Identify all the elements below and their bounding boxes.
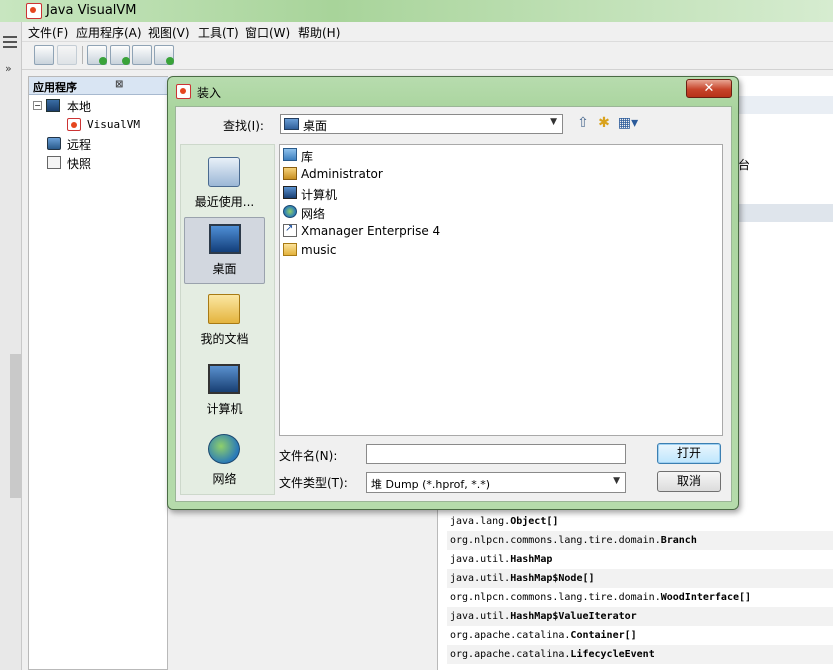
table-row[interactable]: java.util.HashMap$Node[]	[447, 569, 833, 588]
cancel-button[interactable]: 取消	[657, 471, 721, 492]
recent-items-icon	[208, 157, 240, 187]
partial-tab-label: 台	[738, 158, 751, 172]
menu-window[interactable]: 窗口(W)	[245, 24, 290, 41]
add-host-icon[interactable]	[87, 45, 107, 65]
place-desktop-label: 桌面	[212, 262, 237, 276]
menu-application[interactable]: 应用程序(A)	[76, 24, 142, 41]
tree-label-local: 本地	[67, 100, 92, 114]
tree-label-remote: 远程	[67, 138, 92, 152]
dialog-body: 查找(I): 桌面 ▼ ⇧ ✱ ▦▾ 最近使用... 桌面 我的文档 计算机 网…	[175, 106, 732, 502]
remote-host-icon	[47, 137, 61, 150]
tree-node-local[interactable]: − 本地	[33, 98, 153, 116]
place-network[interactable]: 网络	[184, 428, 265, 495]
add-core-dump-icon[interactable]	[132, 45, 152, 65]
tree-node-snapshots[interactable]: 快照	[47, 155, 147, 173]
network-icon	[208, 434, 240, 464]
place-documents-label: 我的文档	[200, 332, 249, 346]
chevron-down-icon: ▼	[550, 117, 557, 127]
window-title: Java VisualVM	[46, 3, 137, 18]
filename-label: 文件名(N):	[279, 449, 338, 463]
network-icon	[283, 205, 297, 218]
table-row[interactable]: org.nlpcn.commons.lang.tire.domain.WoodI…	[447, 588, 833, 607]
chevron-down-icon: ▼	[613, 476, 620, 486]
table-row[interactable]: org.apache.catalina.LifecycleEvent	[447, 645, 833, 664]
place-computer[interactable]: 计算机	[184, 358, 265, 425]
table-row[interactable]: java.lang.Object[]	[447, 512, 833, 531]
menu-tools[interactable]: 工具(T)	[198, 24, 239, 41]
filetype-value: 堆 Dump (*.hprof, *.*)	[371, 478, 491, 491]
look-in-dropdown[interactable]: 桌面 ▼	[280, 114, 563, 134]
menubar: 文件(F) 应用程序(A) 视图(V) 工具(T) 窗口(W) 帮助(H)	[22, 22, 833, 42]
toolbar	[22, 42, 833, 70]
window-titlebar: Java VisualVM	[0, 0, 833, 22]
visualvm-icon	[67, 118, 81, 131]
scrollbar-thumb[interactable]	[10, 354, 22, 498]
new-folder-icon[interactable]: ✱	[595, 114, 613, 132]
table-row[interactable]: org.nlpcn.commons.lang.tire.domain.Branc…	[447, 531, 833, 550]
user-folder-icon	[283, 167, 297, 180]
left-edge-strip: »	[0, 0, 22, 670]
computer-icon	[283, 186, 297, 199]
desktop-icon	[209, 224, 241, 254]
add-jmx-connection-icon[interactable]	[110, 45, 130, 65]
look-in-value: 桌面	[303, 119, 328, 133]
filetype-label: 文件类型(T):	[279, 476, 348, 490]
place-documents[interactable]: 我的文档	[184, 288, 265, 355]
library-icon	[283, 148, 297, 161]
file-list: 库 Administrator 计算机 网络 Xmanager Enterpri…	[279, 144, 723, 436]
table-row[interactable]: org.apache.catalina.Container[]	[447, 626, 833, 645]
filename-field[interactable]	[366, 444, 626, 464]
load-snapshot-icon[interactable]	[34, 45, 54, 65]
menu-file[interactable]: 文件(F)	[28, 24, 68, 41]
save-icon[interactable]	[57, 45, 77, 65]
tree-node-visualvm[interactable]: VisualVM	[67, 117, 167, 135]
look-in-label: 查找(I):	[223, 119, 264, 133]
add-snapshot-icon[interactable]	[154, 45, 174, 65]
visualvm-dialog-icon	[176, 84, 191, 99]
places-bar: 最近使用... 桌面 我的文档 计算机 网络	[180, 144, 275, 495]
close-button[interactable]: ✕	[686, 79, 732, 98]
desktop-icon	[284, 118, 299, 130]
filetype-dropdown[interactable]: 堆 Dump (*.hprof, *.*) ▼	[366, 472, 626, 493]
place-recent-label: 最近使用...	[194, 195, 255, 209]
tree-label-snapshots: 快照	[67, 157, 92, 171]
menu-help[interactable]: 帮助(H)	[298, 24, 340, 41]
place-recent[interactable]: 最近使用...	[184, 151, 265, 218]
snapshots-icon	[47, 156, 61, 169]
place-desktop[interactable]: 桌面	[184, 217, 265, 284]
place-network-label: 网络	[212, 472, 237, 486]
tree-node-remote[interactable]: 远程	[47, 136, 147, 154]
computer-icon	[46, 99, 60, 112]
view-menu-icon[interactable]: ▦▾	[616, 114, 640, 132]
visualvm-app-icon	[26, 3, 42, 19]
table-row[interactable]: java.util.HashMap	[447, 550, 833, 569]
shortcut-icon	[283, 223, 297, 237]
expand-chevron-icon[interactable]: »	[5, 62, 12, 75]
load-dialog: 装入 ✕ 查找(I): 桌面 ▼ ⇧ ✱ ▦▾ 最近使用... 桌面 我的文档	[167, 76, 739, 510]
collapse-toggle-icon[interactable]: −	[33, 101, 42, 110]
table-row[interactable]: java.util.HashMap$ValueIterator	[447, 607, 833, 626]
computer-icon	[208, 364, 240, 394]
toolbar-separator	[82, 46, 83, 64]
applications-panel: 应用程序 ⊠ − 本地 VisualVM 远程 快照	[28, 76, 169, 670]
place-computer-label: 计算机	[206, 402, 243, 416]
tab-applications[interactable]: 应用程序 ⊠	[29, 77, 169, 95]
up-folder-icon[interactable]: ⇧	[574, 114, 592, 132]
tree-label-visualvm: VisualVM	[87, 118, 140, 131]
hamburger-icon[interactable]	[3, 36, 17, 51]
folder-icon	[283, 243, 297, 256]
dialog-title: 装入	[197, 86, 222, 100]
documents-icon	[208, 294, 240, 324]
tab-applications-label: 应用程序	[33, 81, 77, 94]
menu-view[interactable]: 视图(V)	[148, 24, 190, 41]
tab-close-icon[interactable]: ⊠	[115, 79, 123, 90]
open-button[interactable]: 打开	[657, 443, 721, 464]
